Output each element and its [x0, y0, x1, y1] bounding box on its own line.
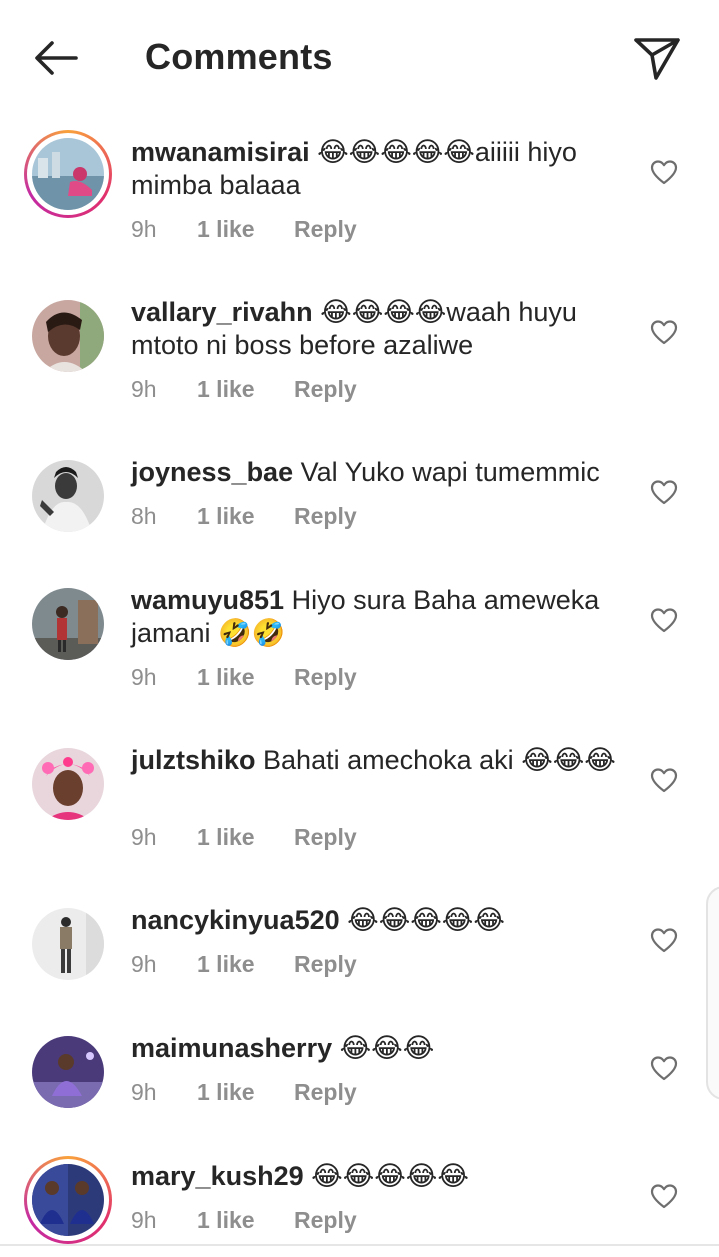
divider — [0, 1244, 719, 1246]
comment-emojis: 🤣🤣 — [218, 618, 286, 648]
comment-likes[interactable]: 1 like — [197, 824, 255, 851]
comment-time: 9h — [131, 216, 157, 242]
comment-time: 9h — [131, 664, 157, 690]
comment-text: Val Yuko wapi tumemmic — [300, 457, 600, 487]
comment-likes[interactable]: 1 like — [197, 664, 255, 691]
header-bar: Comments — [0, 0, 719, 112]
heart-icon[interactable] — [650, 1183, 678, 1209]
comment-likes[interactable]: 1 like — [197, 216, 255, 243]
avatar[interactable] — [32, 748, 104, 820]
comment-emojis: 😂😂😂😂😂 — [317, 137, 475, 167]
comment-time: 9h — [131, 1207, 157, 1233]
comment-time: 9h — [131, 951, 157, 977]
comment-emojis: 😂😂😂😂😂 — [311, 1161, 469, 1191]
comment-likes[interactable]: 1 like — [197, 1207, 255, 1234]
comment-time: 9h — [131, 1079, 157, 1105]
comment-emojis: 😂😂😂 — [339, 1033, 435, 1063]
comment-emojis: 😂😂😂😂 — [320, 297, 447, 327]
reply-button[interactable]: Reply — [294, 1079, 357, 1106]
comment-likes[interactable]: 1 like — [197, 951, 255, 978]
reply-button[interactable]: Reply — [294, 664, 357, 691]
reply-button[interactable]: Reply — [294, 503, 357, 530]
comment-likes[interactable]: 1 like — [197, 1079, 255, 1106]
paper-plane-icon — [634, 38, 680, 80]
comment-time: 9h — [131, 824, 157, 850]
comment-time: 9h — [131, 376, 157, 402]
comment-likes[interactable]: 1 like — [197, 503, 255, 530]
heart-icon[interactable] — [650, 319, 678, 345]
comment-username[interactable]: mwanamisirai — [131, 137, 310, 167]
back-button[interactable] — [28, 34, 84, 82]
reply-button[interactable]: Reply — [294, 951, 357, 978]
comment-username[interactable]: wamuyu851 — [131, 585, 284, 615]
share-button[interactable] — [630, 34, 684, 82]
comment-username[interactable]: julztshiko — [131, 745, 256, 775]
avatar[interactable] — [32, 588, 104, 660]
reply-button[interactable]: Reply — [294, 1207, 357, 1234]
comment-username[interactable]: vallary_rivahn — [131, 297, 313, 327]
heart-icon[interactable] — [650, 1055, 678, 1081]
avatar[interactable] — [32, 908, 104, 980]
comment-username[interactable]: joyness_bae — [131, 457, 293, 487]
avatar[interactable] — [32, 300, 104, 372]
heart-icon[interactable] — [650, 479, 678, 505]
arrow-left-icon — [35, 41, 78, 75]
comment-likes[interactable]: 1 like — [197, 376, 255, 403]
avatar[interactable] — [32, 460, 104, 532]
comment-emojis: 😂😂😂 — [521, 745, 616, 775]
comment-text: Bahati amechoka aki — [263, 745, 514, 775]
comment-time: 8h — [131, 503, 157, 529]
reply-button[interactable]: Reply — [294, 824, 357, 851]
heart-icon[interactable] — [650, 927, 678, 953]
avatar[interactable] — [32, 1036, 104, 1108]
avatar — [32, 1164, 104, 1236]
page-title: Comments — [145, 36, 333, 77]
heart-icon[interactable] — [650, 767, 678, 793]
comment-username[interactable]: nancykinyua520 — [131, 905, 340, 935]
avatar-with-story-ring[interactable] — [24, 130, 112, 218]
comment-username[interactable]: maimunasherry — [131, 1033, 332, 1063]
heart-icon[interactable] — [650, 159, 678, 185]
avatar-with-story-ring[interactable] — [24, 1156, 112, 1244]
comment-emojis: 😂😂😂😂😂 — [347, 905, 505, 935]
reply-button[interactable]: Reply — [294, 376, 357, 403]
side-panel-handle[interactable] — [706, 886, 719, 1100]
comment-username[interactable]: mary_kush29 — [131, 1161, 304, 1191]
reply-button[interactable]: Reply — [294, 216, 357, 243]
heart-icon[interactable] — [650, 607, 678, 633]
avatar — [32, 138, 104, 210]
